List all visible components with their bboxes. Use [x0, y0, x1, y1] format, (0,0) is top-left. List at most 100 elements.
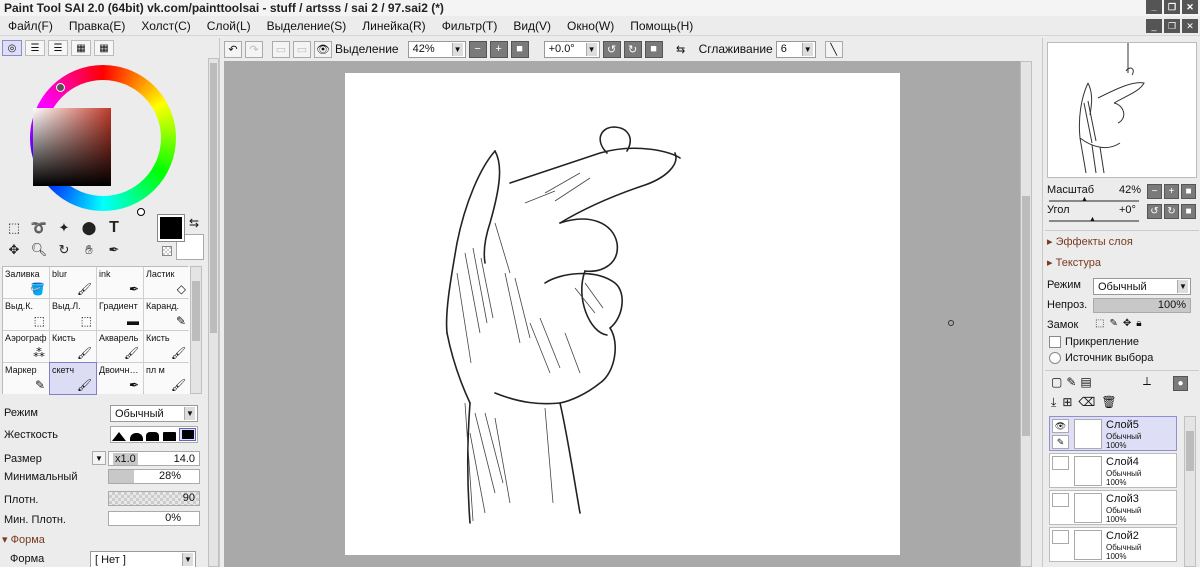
min-size-slider[interactable]: 28% — [108, 469, 200, 484]
selection-source-radio[interactable] — [1049, 352, 1061, 364]
close-button[interactable]: ✕ — [1182, 0, 1198, 14]
hsv-slider-mode-button[interactable]: ☰ — [48, 40, 68, 56]
clipping-checkbox[interactable] — [1049, 336, 1061, 348]
rotation-select[interactable]: +0.0° ▼ — [543, 40, 600, 58]
invert-selection-button[interactable]: ▭ — [293, 40, 311, 58]
brush-slot-12[interactable]: Маркер ✎ — [3, 363, 49, 394]
deselect-button[interactable]: ▭ — [272, 40, 290, 58]
angle-left-button[interactable]: ↺ — [1147, 204, 1162, 219]
layer-visibility-toggle[interactable] — [1052, 456, 1069, 470]
palette-mode-button[interactable]: ▦ — [71, 40, 91, 56]
layer-opacity-slider[interactable]: 100% — [1093, 298, 1191, 313]
navigator-preview[interactable] — [1047, 42, 1197, 178]
show-selection-button[interactable]: 👁︎ — [314, 40, 332, 58]
layer-mask-button[interactable]: ● — [1173, 376, 1188, 391]
swatch-mode-button[interactable]: ▦ — [94, 40, 114, 56]
layer-row[interactable]: Слой2 Обычный 100% — [1049, 527, 1177, 562]
hardness-5-button[interactable] — [179, 428, 196, 441]
move-tool[interactable]: ✥ — [3, 240, 25, 260]
selection-source-row[interactable]: Источник выбора — [1049, 352, 1153, 364]
hardness-1-button[interactable] — [112, 428, 127, 441]
lock-paint-icon[interactable]: ✎ — [1109, 318, 1117, 329]
menu-window[interactable]: Окно(W) — [559, 16, 622, 36]
lock-move-icon[interactable]: ✥ — [1123, 318, 1131, 329]
rotate-tool[interactable]: ↻ — [53, 240, 75, 260]
brush-mode-select[interactable]: Обычный ▼ — [110, 405, 198, 422]
redo-button[interactable]: ↷ — [245, 40, 263, 58]
brush-slot-13[interactable]: скетч 🖌︎ — [49, 362, 97, 395]
brush-slot-1[interactable]: blur 🖌︎ — [50, 267, 96, 298]
saturation-value-square[interactable] — [33, 108, 111, 186]
transparent-color-button[interactable] — [162, 246, 172, 256]
brush-slot-7[interactable]: Каранд. ✎ — [144, 299, 190, 330]
undo-button[interactable]: ↶ — [224, 40, 242, 58]
scale-slider-handle[interactable]: ▲ — [1081, 196, 1088, 203]
shape-select[interactable]: [ Нет ] ▼ — [90, 551, 196, 567]
hue-knob[interactable] — [56, 83, 65, 92]
restore-button[interactable]: ❐ — [1164, 0, 1180, 14]
pressure-toggle-button[interactable]: ╲ — [824, 40, 843, 58]
canvas-vertical-scrollbar[interactable] — [1020, 61, 1032, 567]
menu-edit[interactable]: Правка(E) — [61, 16, 134, 36]
brush-slot-6[interactable]: Градиент ▬ — [97, 299, 143, 330]
layer-row[interactable]: Слой3 Обычный 100% — [1049, 490, 1177, 525]
layer-visibility-toggle[interactable] — [1052, 493, 1069, 507]
brush-slot-8[interactable]: Аэрограф ⁂ — [3, 331, 49, 362]
layer-effects-header[interactable]: ▸ Эффекты слоя — [1047, 235, 1133, 249]
scale-minus-button[interactable]: − — [1147, 184, 1162, 199]
menu-view[interactable]: Вид(V) — [505, 16, 559, 36]
zoom-tool[interactable]: 🔍︎ — [28, 240, 50, 260]
menu-selection[interactable]: Выделение(S) — [259, 16, 355, 36]
hardness-3-button[interactable] — [146, 428, 161, 441]
hardness-2-button[interactable] — [129, 428, 144, 441]
new-linework-layer-button[interactable]: ✎ — [1066, 375, 1076, 389]
scale-reset-button[interactable]: ■ — [1181, 184, 1196, 199]
minimize-button[interactable]: _ — [1146, 0, 1162, 14]
clear-layer-button[interactable]: ⌫ — [1078, 395, 1095, 410]
layer-transform-button[interactable]: ⟂ — [1143, 374, 1151, 389]
eyedropper-tool[interactable]: ✒ — [103, 240, 125, 260]
scale-slider[interactable] — [1049, 200, 1139, 202]
zoom-reset-button[interactable]: ■ — [510, 40, 529, 58]
color-wheel-mode-button[interactable]: ◎ — [2, 40, 22, 56]
hardness-selector[interactable] — [110, 426, 198, 443]
brush-slot-11[interactable]: Кисть 🖌︎ — [144, 331, 190, 362]
left-panel-scrollbar[interactable] — [208, 58, 219, 567]
add-layer-button[interactable]: ⊞ — [1062, 395, 1072, 410]
brush-slot-14[interactable]: Двоичн… ✒ — [97, 363, 143, 394]
brush-slot-10[interactable]: Акварель 🖌︎ — [97, 331, 143, 362]
lock-all-icon[interactable]: 🔒︎ — [1136, 318, 1141, 329]
lock-transparency-icon[interactable]: ⬚ — [1095, 318, 1104, 329]
new-folder-button[interactable]: ▤ — [1080, 375, 1091, 389]
layer-list-scrollbar[interactable] — [1184, 416, 1196, 567]
rotation-reset-button[interactable]: ■ — [644, 40, 663, 58]
rotate-right-button[interactable]: ↻ — [623, 40, 642, 58]
texture-header[interactable]: ▸ Текстура — [1047, 256, 1101, 270]
brush-slot-5[interactable]: Выд.Л. ⬚ — [50, 299, 96, 330]
layer-mode-select[interactable]: Обычный ▼ — [1093, 278, 1191, 295]
rect-select-tool[interactable]: ⬚ — [3, 218, 25, 238]
menu-file[interactable]: Файл(F) — [0, 16, 61, 36]
swap-colors-icon[interactable]: ⇆ — [189, 216, 199, 230]
foreground-color-swatch[interactable] — [157, 214, 185, 242]
shape-tool[interactable]: ⬤ — [78, 218, 100, 238]
hand-tool[interactable]: ✋︎ — [78, 240, 100, 260]
layer-row[interactable]: 👁︎ ✎ Слой5 Обычный 100% — [1049, 416, 1177, 451]
menu-ruler[interactable]: Линейка(R) — [354, 16, 433, 36]
delete-layer-button[interactable]: 🗑︎ — [1101, 395, 1116, 410]
size-field[interactable]: x1.0 14.0 — [108, 451, 200, 466]
brush-slot-0[interactable]: Заливка 🪣 — [3, 267, 49, 298]
text-tool[interactable]: T — [103, 218, 125, 238]
magic-wand-tool[interactable]: ✦ — [53, 218, 75, 238]
angle-reset-button[interactable]: ■ — [1181, 204, 1196, 219]
new-layer-button[interactable]: ▢ — [1051, 375, 1062, 389]
merge-down-button[interactable]: ⤓ — [1051, 395, 1056, 410]
brush-slot-3[interactable]: Ластик ◇ — [144, 267, 190, 298]
layer-visibility-toggle[interactable] — [1052, 530, 1069, 544]
density-slider[interactable]: 90 — [108, 491, 200, 506]
menu-filter[interactable]: Фильтр(T) — [434, 16, 506, 36]
doc-minimize-button[interactable]: _ — [1146, 19, 1162, 33]
smoothing-select[interactable]: 6 ▼ — [775, 40, 816, 58]
min-density-slider[interactable]: 0% — [108, 511, 200, 526]
menu-layer[interactable]: Слой(L) — [199, 16, 259, 36]
